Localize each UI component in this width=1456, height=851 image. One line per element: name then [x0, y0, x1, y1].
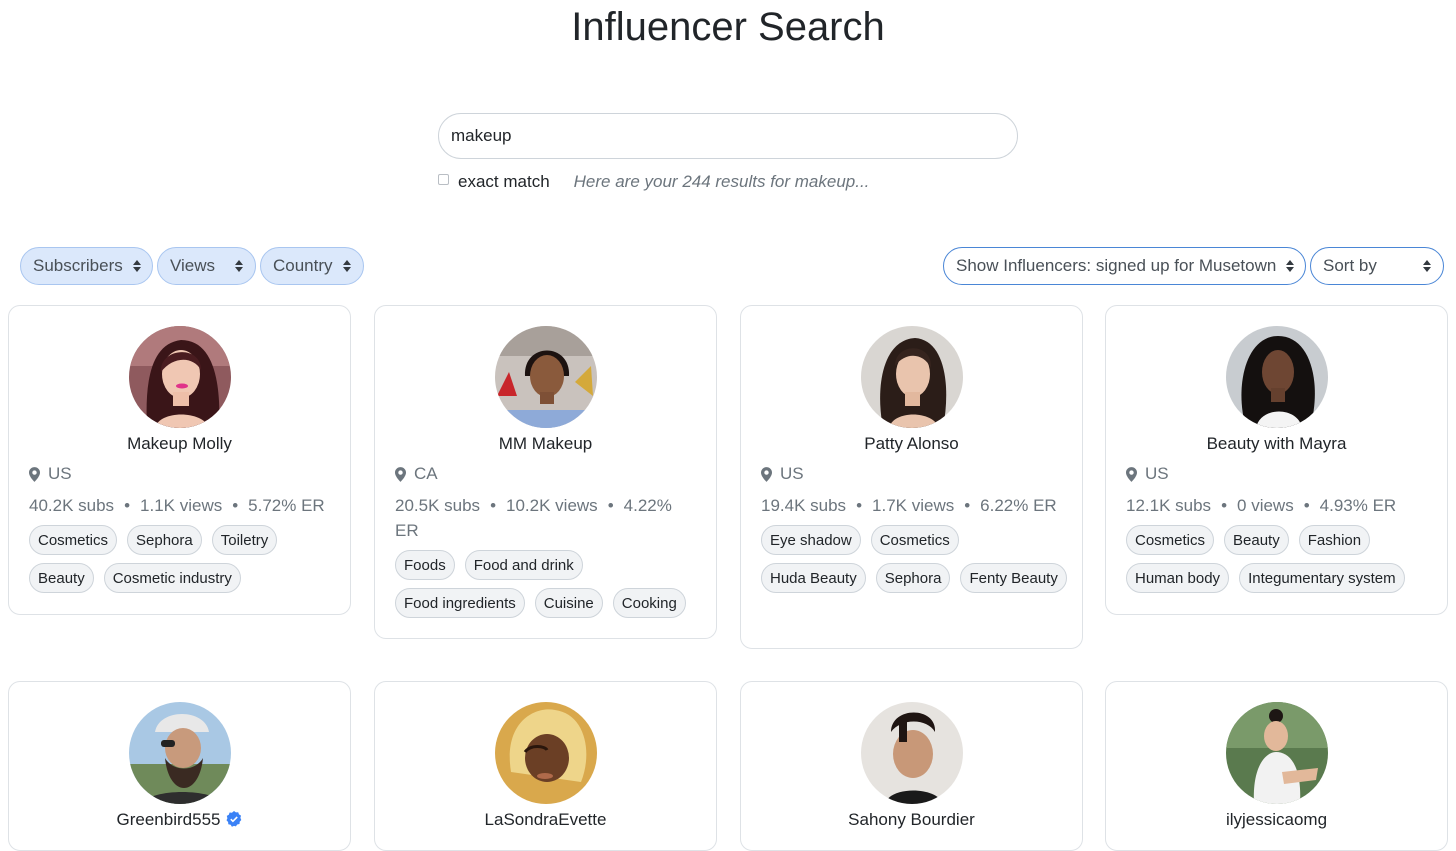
tag[interactable]: Cosmetics — [870, 525, 959, 555]
subs-count: 20.5K subs — [395, 496, 481, 515]
location: US — [29, 464, 72, 484]
exact-match-row: exact match Here are your 244 results fo… — [438, 170, 869, 194]
influencer-name[interactable]: Sahony Bourdier — [741, 810, 1082, 830]
stats: 19.4K subs • 1.7K views • 6.22% ER — [761, 496, 1057, 515]
engagement-rate: 4.93% ER — [1319, 496, 1397, 515]
country-filter[interactable]: Country — [260, 247, 364, 285]
avatar — [495, 702, 597, 804]
location: CA — [395, 464, 438, 484]
tag-list: Eye shadow Cosmetics Huda Beauty Sephora… — [761, 525, 1071, 593]
subs-count: 12.1K subs — [1126, 496, 1212, 515]
engagement-rate: 6.22% ER — [980, 496, 1057, 515]
tag[interactable]: Cosmetics — [1126, 525, 1215, 555]
tag[interactable]: Eye shadow — [761, 525, 861, 555]
influencer-card[interactable]: LaSondraEvette — [374, 681, 717, 851]
tag[interactable]: Toiletry — [211, 525, 278, 555]
avatar — [1226, 326, 1328, 428]
tag[interactable]: Foods — [395, 550, 455, 580]
subscribers-filter-label: Subscribers — [33, 256, 123, 275]
select-arrows-icon — [235, 260, 243, 272]
tag[interactable]: Cuisine — [534, 588, 603, 618]
location-text: US — [48, 464, 72, 483]
results-count-text: Here are your 244 results for makeup... — [573, 172, 870, 191]
exact-match-label[interactable]: exact match — [458, 172, 550, 192]
exact-match-checkbox[interactable] — [438, 173, 449, 185]
location: US — [1126, 464, 1169, 484]
tag-list: Cosmetics Sephora Toiletry Beauty Cosmet… — [29, 525, 339, 593]
tag[interactable]: Human body — [1126, 563, 1230, 593]
influencer-name[interactable]: LaSondraEvette — [375, 810, 716, 830]
tag[interactable]: Food ingredients — [395, 588, 525, 618]
verified-badge-icon — [226, 811, 242, 827]
tag-list: Foods Food and drink Food ingredients Cu… — [395, 550, 705, 618]
tag[interactable]: Fenty Beauty — [960, 563, 1067, 593]
avatar — [861, 326, 963, 428]
subs-count: 19.4K subs — [761, 496, 847, 515]
tag[interactable]: Beauty — [1224, 525, 1289, 555]
influencer-name-text: Greenbird555 — [116, 810, 221, 829]
views-count: 10.2K views — [506, 496, 598, 515]
page-title: Influencer Search — [571, 5, 885, 49]
tag[interactable]: Cosmetics — [29, 525, 118, 555]
tag[interactable]: Sephora — [127, 525, 202, 555]
location-text: CA — [414, 464, 438, 483]
sort-by-select[interactable]: Sort by — [1310, 247, 1444, 285]
location-text: US — [780, 464, 804, 483]
avatar — [129, 326, 231, 428]
influencer-name[interactable]: Makeup Molly — [9, 434, 350, 454]
avatar — [861, 702, 963, 804]
tag[interactable]: Cosmetic industry — [103, 563, 241, 593]
avatar — [129, 702, 231, 804]
influencer-name[interactable]: MM Makeup — [375, 434, 716, 454]
location-text: US — [1145, 464, 1169, 483]
views-count: 1.1K views — [140, 496, 223, 515]
location-pin-icon — [29, 466, 40, 482]
select-arrows-icon — [1286, 260, 1295, 272]
select-arrows-icon — [132, 260, 141, 272]
influencer-card[interactable]: Beauty with Mayra US 12.1K subs • 0 views •… — [1105, 305, 1448, 615]
influencer-card[interactable]: ilyjessicaomg — [1105, 681, 1448, 851]
tag[interactable]: Cooking — [612, 588, 686, 618]
influencer-card[interactable]: Patty Alonso US 19.4K subs • 1.7K views • 6.… — [740, 305, 1083, 649]
location-pin-icon — [1126, 466, 1137, 482]
influencer-name[interactable]: Beauty with Mayra — [1106, 434, 1447, 454]
influencer-card[interactable]: Greenbird555 — [8, 681, 351, 851]
tag[interactable]: Fashion — [1298, 525, 1371, 555]
influencer-card[interactable]: Sahony Bourdier — [740, 681, 1083, 851]
influencer-name[interactable]: Greenbird555 — [9, 810, 350, 830]
tag[interactable]: Food and drink — [464, 550, 583, 580]
sort-by-label: Sort by — [1323, 256, 1377, 275]
tag[interactable]: Integumentary system — [1239, 563, 1405, 593]
views-filter-label: Views — [170, 256, 216, 275]
influencer-name[interactable]: Patty Alonso — [741, 434, 1082, 454]
show-influencers-select[interactable]: Show Influencers: signed up for Musetown — [943, 247, 1306, 285]
select-arrows-icon — [343, 260, 351, 272]
influencer-card[interactable]: Makeup Molly US 40.2K subs • 1.1K views • 5.… — [8, 305, 351, 615]
views-filter[interactable]: Views — [157, 247, 256, 285]
show-influencers-label: Show Influencers: signed up for Musetown — [956, 256, 1277, 275]
location-pin-icon — [761, 466, 772, 482]
views-count: 1.7K views — [872, 496, 955, 515]
stats: 40.2K subs • 1.1K views • 5.72% ER — [29, 496, 325, 515]
tag[interactable]: Huda Beauty — [761, 563, 866, 593]
engagement-rate: 5.72% ER — [248, 496, 325, 515]
select-arrows-icon — [1423, 260, 1431, 272]
location: US — [761, 464, 804, 484]
stats: 20.5K subs • 10.2K views • 4.22% ER — [395, 496, 672, 540]
influencer-card[interactable]: MM Makeup CA 20.5K subs • 10.2K views • 4.22… — [374, 305, 717, 639]
tag[interactable]: Sephora — [875, 563, 951, 593]
subs-count: 40.2K subs — [29, 496, 115, 515]
influencer-name[interactable]: ilyjessicaomg — [1106, 810, 1447, 830]
stats: 12.1K subs • 0 views • 4.93% ER — [1126, 496, 1397, 515]
subscribers-filter[interactable]: Subscribers — [20, 247, 153, 285]
location-pin-icon — [395, 466, 406, 482]
views-count: 0 views — [1237, 496, 1294, 515]
avatar — [1226, 702, 1328, 804]
tag-list: Cosmetics Beauty Fashion Human body Inte… — [1126, 525, 1436, 593]
tag[interactable]: Beauty — [29, 563, 94, 593]
search-input[interactable] — [438, 113, 1018, 159]
avatar — [495, 326, 597, 428]
country-filter-label: Country — [273, 256, 333, 275]
